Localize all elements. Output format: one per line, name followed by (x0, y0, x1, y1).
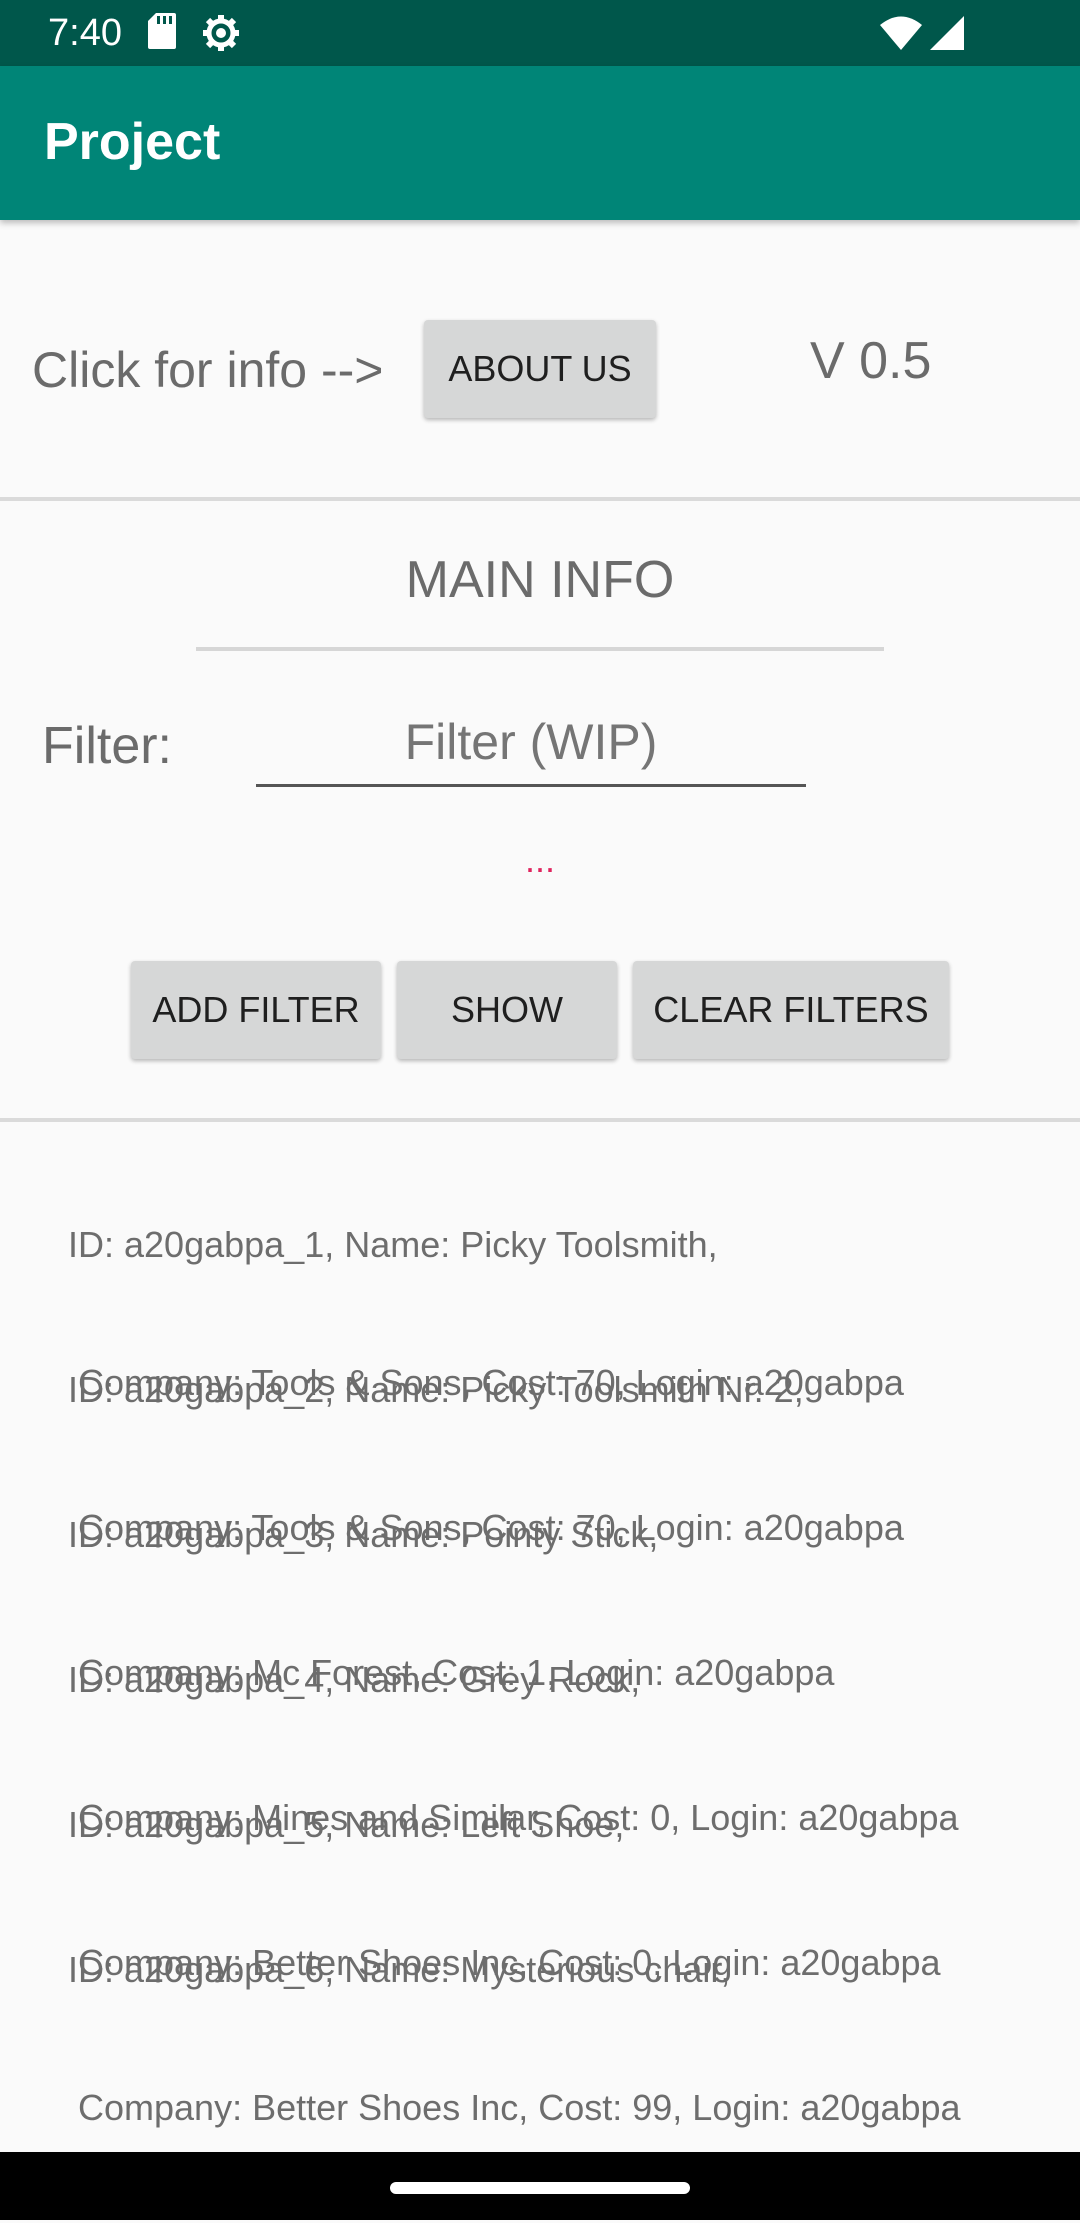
show-button[interactable]: SHOW (397, 961, 617, 1059)
sd-card-icon (148, 13, 176, 54)
list-divider (0, 1118, 1080, 1122)
section-title: MAIN INFO (405, 551, 675, 609)
status-bar: 7:40 (0, 0, 1080, 66)
list-item-line-1: ID: a20gabpa_1, Name: Picky Toolsmith, (68, 1224, 718, 1265)
wifi-icon (880, 16, 922, 55)
info-hint-text: Click for info --> (32, 342, 384, 398)
list-item-line-1: ID: a20gabpa_6, Name: Mysterious chair, (68, 1949, 731, 1990)
app-bar: Project (0, 66, 1080, 220)
filter-input[interactable] (256, 700, 806, 787)
list-item-line-1: ID: a20gabpa_5, Name: Left Shoe, (68, 1804, 625, 1845)
version-label: V 0.5 (810, 332, 932, 390)
app-title: Project (44, 113, 221, 171)
header-divider (0, 497, 1080, 501)
status-time: 7:40 (48, 12, 122, 54)
home-gesture-handle[interactable] (390, 2182, 690, 2194)
signal-icon (930, 16, 964, 55)
settings-gear-icon (202, 14, 240, 57)
section-title-underline (196, 647, 884, 651)
navigation-bar (0, 2152, 1080, 2220)
list-item-line-1: ID: a20gabpa_2, Name: Picky Toolsmith Nr… (68, 1369, 804, 1410)
list-item-line-2: Company: Better Shoes Inc, Cost: 99, Log… (68, 2087, 961, 2128)
about-us-button[interactable]: ABOUT US (424, 320, 656, 418)
add-filter-button[interactable]: ADD FILTER (131, 961, 381, 1059)
list-item-line-1: ID: a20gabpa_4, Name: Grey Rock, (68, 1659, 641, 1700)
list-item-line-1: ID: a20gabpa_3, Name: Pointy Stick, (68, 1514, 659, 1555)
filter-label: Filter: (42, 717, 172, 775)
active-filters-text: ... (524, 839, 555, 880)
clear-filters-button[interactable]: CLEAR FILTERS (633, 961, 949, 1059)
